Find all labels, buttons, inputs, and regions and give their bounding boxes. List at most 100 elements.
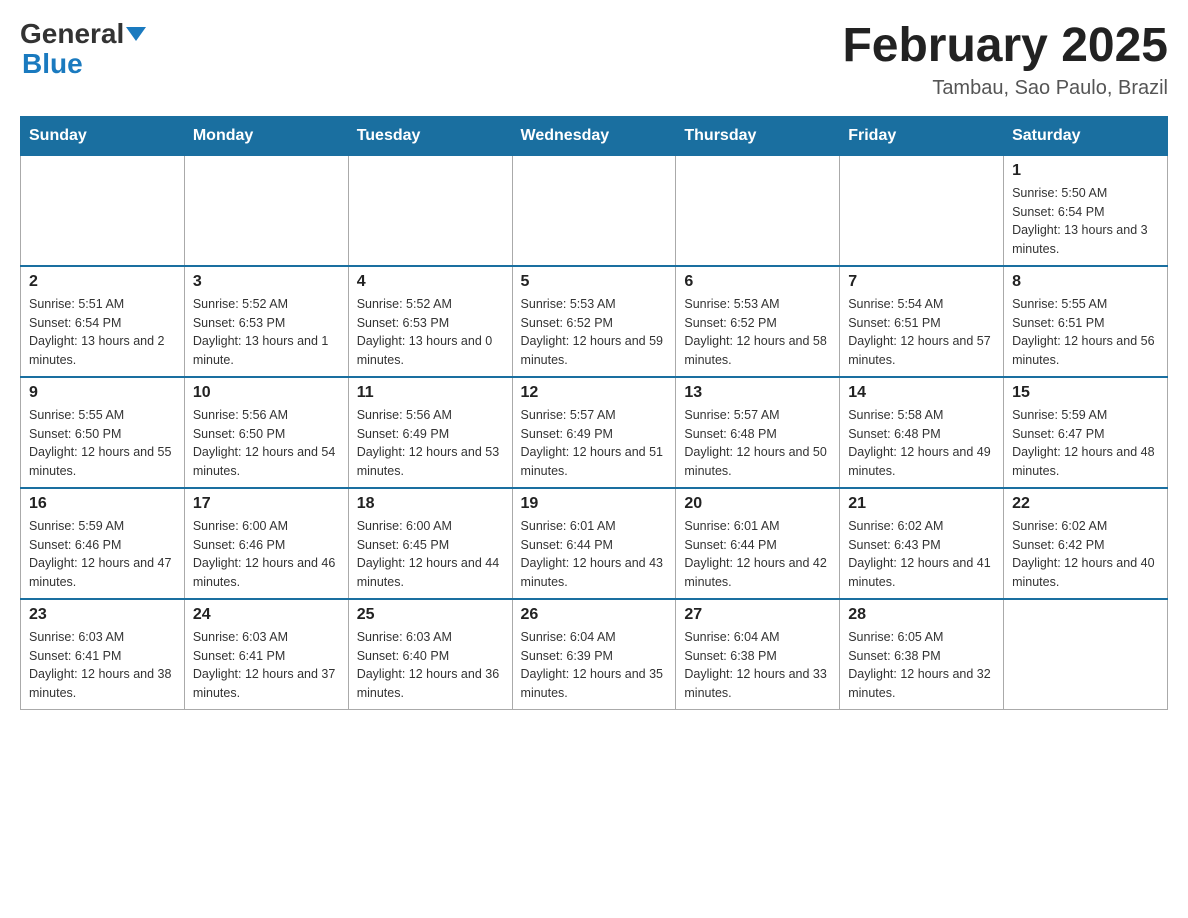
day-of-week-header: Tuesday: [348, 116, 512, 155]
calendar-day-cell: 28 Sunrise: 6:05 AMSunset: 6:38 PMDayligh…: [840, 599, 1004, 710]
calendar-day-cell: 25 Sunrise: 6:03 AMSunset: 6:40 PMDayligh…: [348, 599, 512, 710]
day-number: 17: [193, 495, 340, 513]
day-number: 7: [848, 273, 995, 291]
day-info: Sunrise: 5:55 AMSunset: 6:51 PMDaylight:…: [1012, 295, 1159, 370]
day-number: 28: [848, 606, 995, 624]
page-header: General Blue February 2025 Tambau, Sao P…: [20, 20, 1168, 100]
calendar-day-cell: [676, 155, 840, 266]
day-number: 13: [684, 384, 831, 402]
day-info: Sunrise: 5:50 AMSunset: 6:54 PMDaylight:…: [1012, 184, 1159, 259]
calendar-day-cell: [21, 155, 185, 266]
calendar-day-cell: 20 Sunrise: 6:01 AMSunset: 6:44 PMDayligh…: [676, 488, 840, 599]
day-number: 9: [29, 384, 176, 402]
calendar-week-row: 1 Sunrise: 5:50 AMSunset: 6:54 PMDaylight…: [21, 155, 1168, 266]
day-info: Sunrise: 5:52 AMSunset: 6:53 PMDaylight:…: [193, 295, 340, 370]
day-info: Sunrise: 6:03 AMSunset: 6:40 PMDaylight:…: [357, 628, 504, 703]
day-number: 18: [357, 495, 504, 513]
calendar-day-cell: [840, 155, 1004, 266]
calendar-day-cell: [1004, 599, 1168, 710]
day-number: 5: [521, 273, 668, 291]
calendar-week-row: 9 Sunrise: 5:55 AMSunset: 6:50 PMDaylight…: [21, 377, 1168, 488]
day-of-week-header: Sunday: [21, 116, 185, 155]
calendar-day-cell: 16Sunrise: 5:59 AMSunset: 6:46 PMDayligh…: [21, 488, 185, 599]
day-info: Sunrise: 5:55 AMSunset: 6:50 PMDaylight:…: [29, 406, 176, 481]
day-info: Sunrise: 5:53 AMSunset: 6:52 PMDaylight:…: [521, 295, 668, 370]
calendar-week-row: 16Sunrise: 5:59 AMSunset: 6:46 PMDayligh…: [21, 488, 1168, 599]
day-info: Sunrise: 5:51 AMSunset: 6:54 PMDaylight:…: [29, 295, 176, 370]
day-number: 27: [684, 606, 831, 624]
subtitle: Tambau, Sao Paulo, Brazil: [842, 77, 1168, 100]
logo-general-text: General: [20, 18, 146, 49]
day-number: 24: [193, 606, 340, 624]
calendar-day-cell: 9 Sunrise: 5:55 AMSunset: 6:50 PMDaylight…: [21, 377, 185, 488]
day-of-week-header: Friday: [840, 116, 1004, 155]
day-of-week-header: Thursday: [676, 116, 840, 155]
logo-blue-text: Blue: [22, 50, 83, 78]
calendar-day-cell: 1 Sunrise: 5:50 AMSunset: 6:54 PMDaylight…: [1004, 155, 1168, 266]
title-area: February 2025 Tambau, Sao Paulo, Brazil: [842, 20, 1168, 100]
day-number: 20: [684, 495, 831, 513]
calendar-day-cell: 4 Sunrise: 5:52 AMSunset: 6:53 PMDaylight…: [348, 266, 512, 377]
day-number: 22: [1012, 495, 1159, 513]
calendar-day-cell: 21 Sunrise: 6:02 AMSunset: 6:43 PMDayligh…: [840, 488, 1004, 599]
day-info: Sunrise: 5:54 AMSunset: 6:51 PMDaylight:…: [848, 295, 995, 370]
day-info: Sunrise: 6:02 AMSunset: 6:42 PMDaylight:…: [1012, 517, 1159, 592]
day-number: 4: [357, 273, 504, 291]
calendar-day-cell: 5 Sunrise: 5:53 AMSunset: 6:52 PMDaylight…: [512, 266, 676, 377]
day-info: Sunrise: 5:53 AMSunset: 6:52 PMDaylight:…: [684, 295, 831, 370]
calendar-day-cell: 2 Sunrise: 5:51 AMSunset: 6:54 PMDaylight…: [21, 266, 185, 377]
calendar-day-cell: 22 Sunrise: 6:02 AMSunset: 6:42 PMDayligh…: [1004, 488, 1168, 599]
day-info: Sunrise: 6:05 AMSunset: 6:38 PMDaylight:…: [848, 628, 995, 703]
day-info: Sunrise: 6:01 AMSunset: 6:44 PMDaylight:…: [684, 517, 831, 592]
calendar-day-cell: 27 Sunrise: 6:04 AMSunset: 6:38 PMDayligh…: [676, 599, 840, 710]
day-number: 1: [1012, 162, 1159, 180]
calendar-day-cell: 15 Sunrise: 5:59 AMSunset: 6:47 PMDayligh…: [1004, 377, 1168, 488]
day-info: Sunrise: 6:04 AMSunset: 6:39 PMDaylight:…: [521, 628, 668, 703]
day-info: Sunrise: 5:59 AMSunset: 6:47 PMDaylight:…: [1012, 406, 1159, 481]
day-of-week-header: Monday: [184, 116, 348, 155]
calendar-day-cell: 8 Sunrise: 5:55 AMSunset: 6:51 PMDaylight…: [1004, 266, 1168, 377]
calendar-day-cell: 10Sunrise: 5:56 AMSunset: 6:50 PMDayligh…: [184, 377, 348, 488]
calendar-day-cell: 13 Sunrise: 5:57 AMSunset: 6:48 PMDayligh…: [676, 377, 840, 488]
calendar-day-cell: 24 Sunrise: 6:03 AMSunset: 6:41 PMDayligh…: [184, 599, 348, 710]
day-number: 6: [684, 273, 831, 291]
day-info: Sunrise: 6:04 AMSunset: 6:38 PMDaylight:…: [684, 628, 831, 703]
calendar-day-cell: [512, 155, 676, 266]
day-info: Sunrise: 6:01 AMSunset: 6:44 PMDaylight:…: [521, 517, 668, 592]
day-info: Sunrise: 6:00 AMSunset: 6:46 PMDaylight:…: [193, 517, 340, 592]
day-number: 23: [29, 606, 176, 624]
calendar-day-cell: 17 Sunrise: 6:00 AMSunset: 6:46 PMDayligh…: [184, 488, 348, 599]
day-number: 19: [521, 495, 668, 513]
day-number: 15: [1012, 384, 1159, 402]
day-number: 25: [357, 606, 504, 624]
calendar-day-cell: 7 Sunrise: 5:54 AMSunset: 6:51 PMDaylight…: [840, 266, 1004, 377]
day-number: 26: [521, 606, 668, 624]
calendar-day-cell: 12Sunrise: 5:57 AMSunset: 6:49 PMDayligh…: [512, 377, 676, 488]
day-info: Sunrise: 5:57 AMSunset: 6:48 PMDaylight:…: [684, 406, 831, 481]
day-info: Sunrise: 5:56 AMSunset: 6:50 PMDaylight:…: [193, 406, 340, 481]
day-number: 11: [357, 384, 504, 402]
day-info: Sunrise: 5:52 AMSunset: 6:53 PMDaylight:…: [357, 295, 504, 370]
day-of-week-header: Wednesday: [512, 116, 676, 155]
day-info: Sunrise: 5:58 AMSunset: 6:48 PMDaylight:…: [848, 406, 995, 481]
calendar-day-cell: 23Sunrise: 6:03 AMSunset: 6:41 PMDayligh…: [21, 599, 185, 710]
day-info: Sunrise: 6:02 AMSunset: 6:43 PMDaylight:…: [848, 517, 995, 592]
calendar-day-cell: 19 Sunrise: 6:01 AMSunset: 6:44 PMDayligh…: [512, 488, 676, 599]
day-info: Sunrise: 5:56 AMSunset: 6:49 PMDaylight:…: [357, 406, 504, 481]
page-title: February 2025: [842, 20, 1168, 73]
day-number: 3: [193, 273, 340, 291]
day-number: 8: [1012, 273, 1159, 291]
day-number: 2: [29, 273, 176, 291]
logo-top: General: [20, 20, 146, 48]
calendar-day-cell: 26 Sunrise: 6:04 AMSunset: 6:39 PMDayligh…: [512, 599, 676, 710]
calendar-day-cell: 18Sunrise: 6:00 AMSunset: 6:45 PMDayligh…: [348, 488, 512, 599]
day-of-week-header: Saturday: [1004, 116, 1168, 155]
logo: General Blue: [20, 20, 146, 78]
calendar-day-cell: 3 Sunrise: 5:52 AMSunset: 6:53 PMDaylight…: [184, 266, 348, 377]
day-info: Sunrise: 6:03 AMSunset: 6:41 PMDaylight:…: [193, 628, 340, 703]
day-number: 21: [848, 495, 995, 513]
calendar-week-row: 23 Sunrise: 6:03 AMSunset: 6:41 PMDayligh…: [21, 599, 1168, 710]
day-number: 12: [521, 384, 668, 402]
day-info: Sunrise: 5:59 AMSunset: 6:46 PMDaylight:…: [29, 517, 176, 592]
calendar-header-row: SundayMondayTuesdayWednesdayThursdayFrid…: [21, 116, 1168, 155]
